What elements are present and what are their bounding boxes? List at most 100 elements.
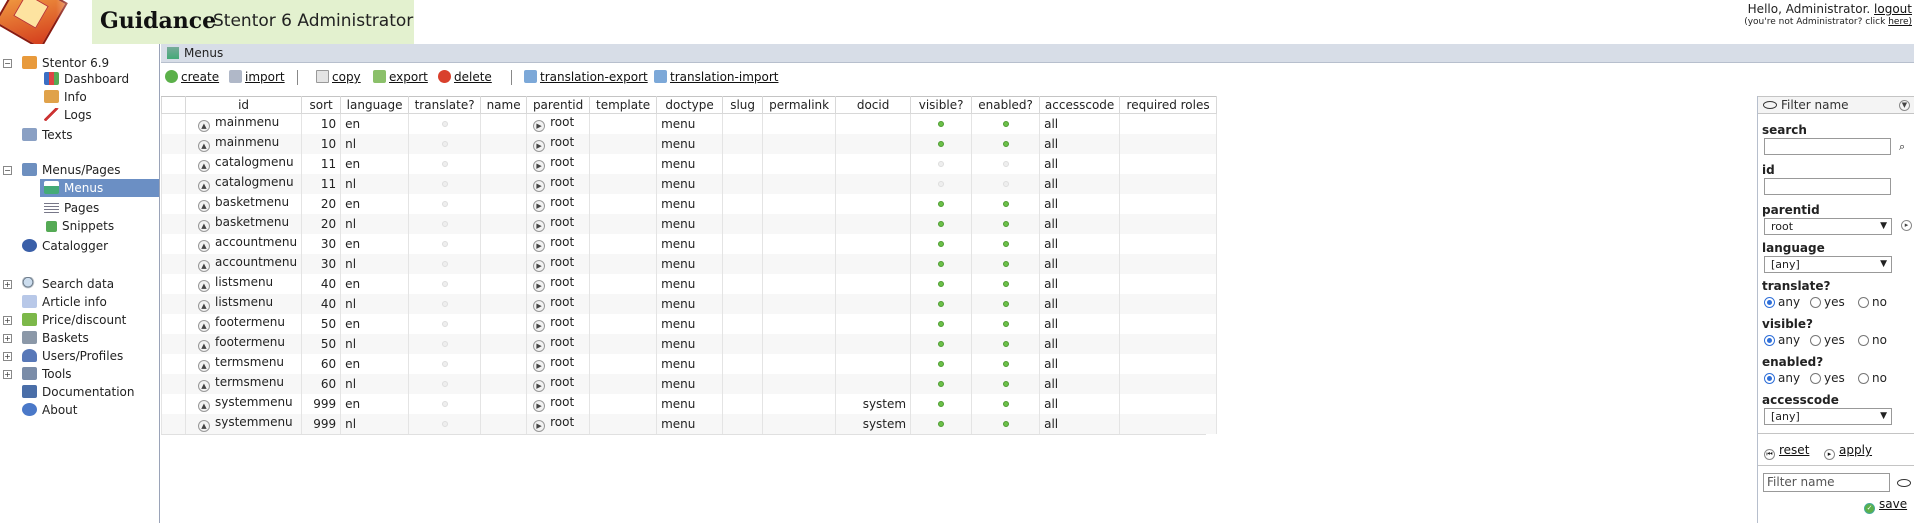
visible-no-radio[interactable]: no xyxy=(1858,333,1887,347)
column-header-name[interactable]: name xyxy=(480,96,528,114)
table-row[interactable]: ▲ footermenu 50 nl ▶ root menu all xyxy=(161,333,1218,354)
table-row[interactable]: ▲ basketmenu 20 en ▶ root menu all xyxy=(161,193,1218,214)
cell-id[interactable]: ▲ basketmenu xyxy=(184,193,303,214)
table-row[interactable]: ▲ termsmenu 60 en ▶ root menu all xyxy=(161,353,1218,374)
row-expand-icon[interactable]: ▲ xyxy=(198,360,210,372)
expand-price-discount-toggle[interactable]: + xyxy=(3,316,12,325)
logout-link[interactable]: logout xyxy=(1874,2,1912,16)
table-row[interactable]: ▲ footermenu 50 en ▶ root menu all xyxy=(161,313,1218,334)
copy-button[interactable]: copy xyxy=(316,69,361,85)
row-expand-icon[interactable]: ▲ xyxy=(198,200,210,212)
create-button[interactable]: create xyxy=(165,69,219,85)
row-expand-icon[interactable]: ▲ xyxy=(198,400,210,412)
row-select-cell[interactable] xyxy=(161,153,186,174)
sidebar-item-article-info[interactable]: Article info xyxy=(22,293,107,311)
search-input[interactable] xyxy=(1764,138,1891,155)
cell-id[interactable]: ▲ footermenu xyxy=(184,313,303,334)
cell-id[interactable]: ▲ termsmenu xyxy=(184,353,303,374)
parent-link-icon[interactable]: ▶ xyxy=(533,180,546,192)
row-expand-icon[interactable]: ▲ xyxy=(198,420,210,432)
expand-tools-toggle[interactable]: + xyxy=(3,370,12,379)
sidebar-item-users-profiles[interactable]: Users/Profiles xyxy=(22,347,123,365)
table-row[interactable]: ▲ catalogmenu 11 en ▶ root menu all xyxy=(161,153,1218,174)
column-header-parentid[interactable]: parentid xyxy=(526,96,591,114)
table-row[interactable]: ▲ catalogmenu 11 nl ▶ root menu all xyxy=(161,173,1218,194)
accesscode-select[interactable]: [any] ▼ xyxy=(1764,408,1892,425)
row-expand-icon[interactable]: ▲ xyxy=(198,240,210,252)
not-you-link[interactable]: here) xyxy=(1888,17,1912,27)
parent-link-icon[interactable]: ▶ xyxy=(533,260,546,272)
parent-link-icon[interactable]: ▶ xyxy=(533,300,546,312)
table-row[interactable]: ▲ listsmenu 40 en ▶ root menu all xyxy=(161,273,1218,294)
row-select-cell[interactable] xyxy=(161,213,186,234)
translate-yes-radio[interactable]: yes xyxy=(1810,295,1845,309)
row-expand-icon[interactable]: ▲ xyxy=(198,220,210,232)
row-expand-icon[interactable]: ▲ xyxy=(198,160,210,172)
cell-id[interactable]: ▲ footermenu xyxy=(184,333,303,354)
collapse-stentor-toggle[interactable]: − xyxy=(3,59,12,68)
id-input[interactable] xyxy=(1764,178,1891,195)
row-expand-icon[interactable]: ▲ xyxy=(198,340,210,352)
sidebar-item-menus[interactable]: Menus xyxy=(40,179,159,197)
column-header-template[interactable]: template xyxy=(589,96,658,114)
cell-id[interactable]: ▲ mainmenu xyxy=(184,113,303,134)
sidebar-item-tools[interactable]: Tools xyxy=(22,365,72,383)
sidebar-item-info[interactable]: Info xyxy=(44,88,87,106)
sidebar-item-snippets[interactable]: Snippets xyxy=(44,217,114,235)
expand-baskets-toggle[interactable]: + xyxy=(3,334,12,343)
row-select-cell[interactable] xyxy=(161,333,186,354)
sidebar-item-baskets[interactable]: Baskets xyxy=(22,329,89,347)
expand-search-data-toggle[interactable]: + xyxy=(3,280,12,289)
column-header-slug[interactable]: slug xyxy=(722,96,764,114)
cell-id[interactable]: ▲ listsmenu xyxy=(184,273,303,294)
chevron-down-icon[interactable]: ▼ xyxy=(1899,100,1910,111)
sidebar-item-logs[interactable]: Logs xyxy=(44,106,92,124)
table-row[interactable]: ▲ systemmenu 999 en ▶ root menu system all xyxy=(161,393,1218,414)
sidebar-item-menus-pages[interactable]: Menus/Pages xyxy=(22,161,121,179)
parent-link-icon[interactable]: ▶ xyxy=(533,240,546,252)
collapse-menus-pages-toggle[interactable]: − xyxy=(3,166,12,175)
sidebar-item-dashboard[interactable]: Dashboard xyxy=(44,70,129,88)
column-header-required-roles[interactable]: required roles xyxy=(1119,96,1218,114)
parent-link-icon[interactable]: ▶ xyxy=(533,200,546,212)
row-select-cell[interactable] xyxy=(161,113,186,134)
column-header-doctype[interactable]: doctype xyxy=(656,96,724,114)
parent-link-icon[interactable]: ▶ xyxy=(533,360,546,372)
sidebar-item-pages[interactable]: Pages xyxy=(44,199,99,217)
expand-users-profiles-toggle[interactable]: + xyxy=(3,352,12,361)
save-button[interactable]: ✓ save xyxy=(1864,497,1907,514)
row-select-cell[interactable] xyxy=(161,393,186,414)
cell-id[interactable]: ▲ accountmenu xyxy=(184,233,303,254)
row-select-cell[interactable] xyxy=(161,173,186,194)
column-header-language[interactable]: language xyxy=(340,96,410,114)
visible-any-radio[interactable]: any xyxy=(1764,333,1800,347)
translate-no-radio[interactable]: no xyxy=(1858,295,1887,309)
row-expand-icon[interactable]: ▲ xyxy=(198,120,210,133)
row-select-cell[interactable] xyxy=(161,253,186,274)
column-header-id[interactable]: id xyxy=(184,96,303,114)
filter-header[interactable]: Filter name ▼ xyxy=(1758,96,1914,114)
sidebar-item-catalogger[interactable]: Catalogger xyxy=(22,237,108,255)
row-expand-icon[interactable]: ▲ xyxy=(198,320,210,332)
parent-link-icon[interactable]: ▶ xyxy=(533,380,546,392)
table-row[interactable]: ▲ basketmenu 20 nl ▶ root menu all xyxy=(161,213,1218,234)
parent-link-icon[interactable]: ▶ xyxy=(533,400,546,412)
row-select-cell[interactable] xyxy=(161,413,186,434)
row-expand-icon[interactable]: ▲ xyxy=(198,280,210,292)
parentid-select[interactable]: root ▼ xyxy=(1764,218,1892,235)
cell-id[interactable]: ▲ basketmenu xyxy=(184,213,303,234)
column-header-translate[interactable]: translate? xyxy=(408,96,482,114)
column-header-sort[interactable]: sort xyxy=(301,96,342,114)
table-row[interactable]: ▲ listsmenu 40 nl ▶ root menu all xyxy=(161,293,1218,314)
translation-export-button[interactable]: translation-export xyxy=(524,69,648,85)
row-select-cell[interactable] xyxy=(161,273,186,294)
table-row[interactable]: ▲ mainmenu 10 nl ▶ root menu all xyxy=(161,133,1218,154)
enabled-any-radio[interactable]: any xyxy=(1764,371,1800,385)
table-row[interactable]: ▲ mainmenu 10 en ▶ root menu all xyxy=(161,113,1218,134)
row-expand-icon[interactable]: ▲ xyxy=(198,380,210,392)
parent-link-icon[interactable]: ▶ xyxy=(533,120,546,133)
row-select-cell[interactable] xyxy=(161,313,186,334)
language-select[interactable]: [any] ▼ xyxy=(1764,256,1892,273)
row-select-cell[interactable] xyxy=(161,353,186,374)
row-expand-icon[interactable]: ▲ xyxy=(198,180,210,192)
